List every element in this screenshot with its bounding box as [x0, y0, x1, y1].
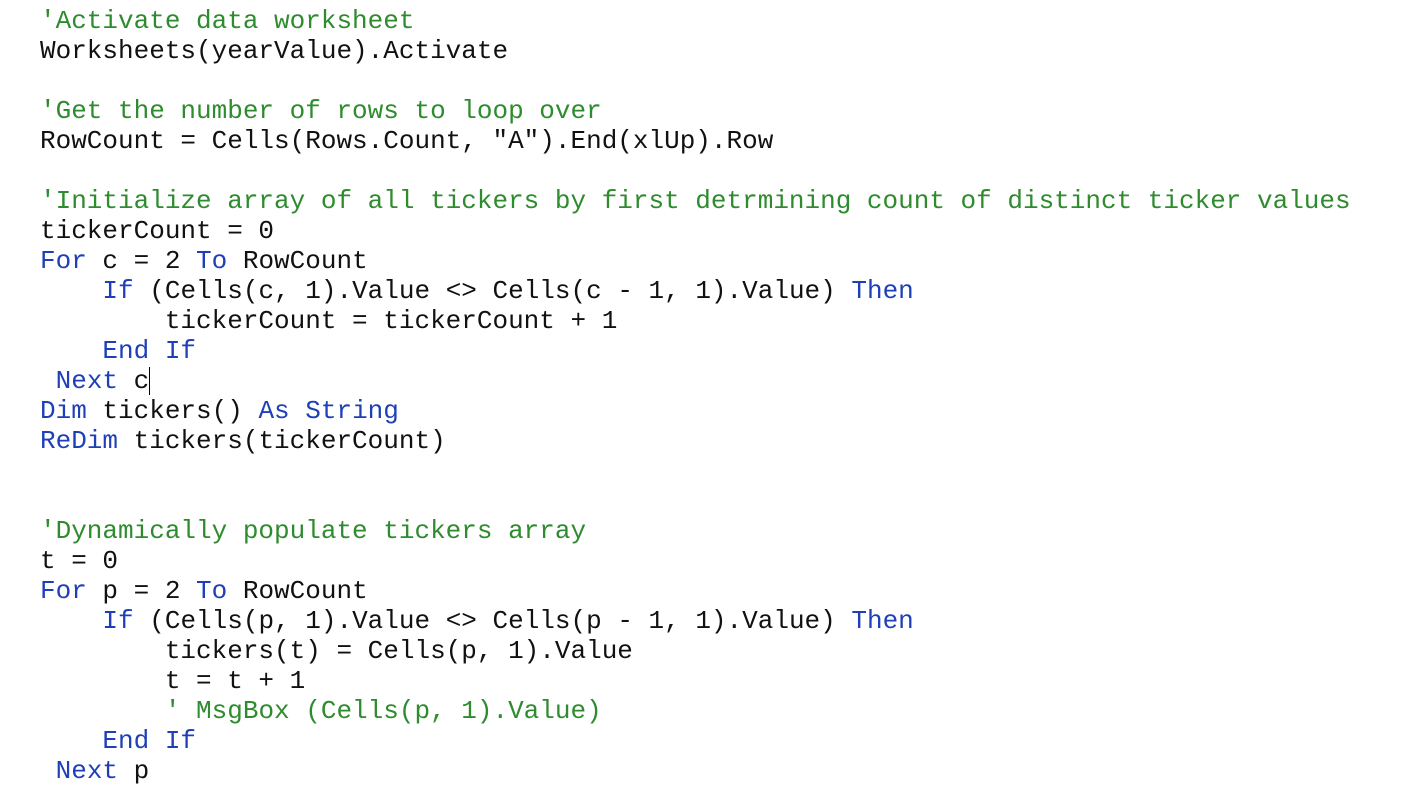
code-line[interactable]: tickerCount = 0	[40, 216, 1415, 246]
code-token-plain: p	[118, 756, 150, 786]
code-token-plain: RowCount	[227, 246, 368, 276]
code-token-keyword: To	[196, 576, 228, 606]
code-line[interactable]: 'Activate data worksheet	[40, 6, 1415, 36]
code-line[interactable]: 'Get the number of rows to loop over	[40, 96, 1415, 126]
code-line[interactable]: ReDim tickers(tickerCount)	[40, 426, 1415, 456]
code-token-keyword: Then	[851, 606, 914, 636]
code-token-keyword: ReDim	[40, 426, 119, 456]
code-token-plain: c = 2	[86, 246, 197, 276]
code-token-plain: tickers(tickerCount)	[118, 426, 446, 456]
code-line[interactable]: 'Initialize array of all tickers by firs…	[40, 186, 1415, 216]
code-line[interactable]: Next c	[40, 366, 1415, 396]
code-token-plain: c	[118, 366, 150, 396]
code-editor[interactable]: 'Activate data worksheet Worksheets(yearV…	[40, 6, 1415, 809]
code-line[interactable]: Dim tickers() As String	[40, 396, 1415, 426]
code-token-comment: 'Get the number of rows to loop over	[40, 96, 602, 126]
code-line[interactable]: ' MsgBox (Cells(p, 1).Value)	[40, 696, 1415, 726]
code-line[interactable]: t = t + 1	[40, 666, 1415, 696]
code-line[interactable]: RowCount = Cells(Rows.Count, "A").End(xl…	[40, 126, 1415, 156]
code-line[interactable]: For c = 2 To RowCount	[40, 246, 1415, 276]
code-line[interactable]: tickerCount = tickerCount + 1	[40, 306, 1415, 336]
code-token-plain: tickerCount = 0	[40, 216, 275, 246]
code-token-keyword: For	[40, 246, 87, 276]
code-token-plain: (Cells(c, 1).Value <> Cells(c - 1, 1).Va…	[133, 276, 852, 306]
code-token-plain: Worksheets(yearValue).Activate	[40, 36, 509, 66]
code-token-keyword: End If	[102, 336, 197, 366]
code-line[interactable]: 'Dynamically populate tickers array	[40, 516, 1415, 546]
code-line[interactable]	[40, 486, 1415, 516]
code-token-keyword: End If	[102, 726, 197, 756]
code-line[interactable]: tickers(t) = Cells(p, 1).Value	[40, 636, 1415, 666]
code-token-plain: RowCount = Cells(Rows.Count, "A").End(xl…	[40, 126, 774, 156]
code-line[interactable]	[40, 456, 1415, 486]
text-caret	[149, 367, 151, 395]
code-token-plain: p = 2	[86, 576, 197, 606]
code-line[interactable]	[40, 66, 1415, 96]
code-token-keyword: As String	[258, 396, 399, 426]
code-token-keyword: If	[102, 276, 134, 306]
code-token-plain: RowCount	[227, 576, 368, 606]
code-token-keyword: Dim	[40, 396, 87, 426]
code-line[interactable]: Worksheets(yearValue).Activate	[40, 36, 1415, 66]
code-token-comment: ' MsgBox (Cells(p, 1).Value)	[164, 696, 602, 726]
code-line[interactable]: Next p	[40, 756, 1415, 786]
code-token-keyword: Then	[851, 276, 914, 306]
code-token-plain: (Cells(p, 1).Value <> Cells(p - 1, 1).Va…	[133, 606, 852, 636]
code-line[interactable]: t = 0	[40, 546, 1415, 576]
code-token-plain: tickers()	[86, 396, 259, 426]
code-line[interactable]: If (Cells(p, 1).Value <> Cells(p - 1, 1)…	[40, 606, 1415, 636]
code-token-comment: 'Activate data worksheet	[40, 6, 415, 36]
code-token-keyword: If	[102, 606, 134, 636]
code-token-keyword: For	[40, 576, 87, 606]
code-token-comment: 'Dynamically populate tickers array	[40, 516, 587, 546]
code-line[interactable]: End If	[40, 726, 1415, 756]
code-line[interactable]	[40, 156, 1415, 186]
code-token-keyword: Next	[55, 756, 119, 786]
code-line[interactable]: For p = 2 To RowCount	[40, 576, 1415, 606]
code-token-comment: 'Initialize array of all tickers by firs…	[40, 186, 1351, 216]
code-token-plain: tickerCount = tickerCount + 1	[40, 306, 618, 336]
code-line[interactable]: End If	[40, 336, 1415, 366]
code-token-keyword: To	[196, 246, 228, 276]
code-token-plain: t = t + 1	[40, 666, 306, 696]
code-token-keyword: Next	[55, 366, 119, 396]
code-token-plain: tickers(t) = Cells(p, 1).Value	[40, 636, 633, 666]
code-token-plain: t = 0	[40, 546, 119, 576]
code-line[interactable]: If (Cells(c, 1).Value <> Cells(c - 1, 1)…	[40, 276, 1415, 306]
